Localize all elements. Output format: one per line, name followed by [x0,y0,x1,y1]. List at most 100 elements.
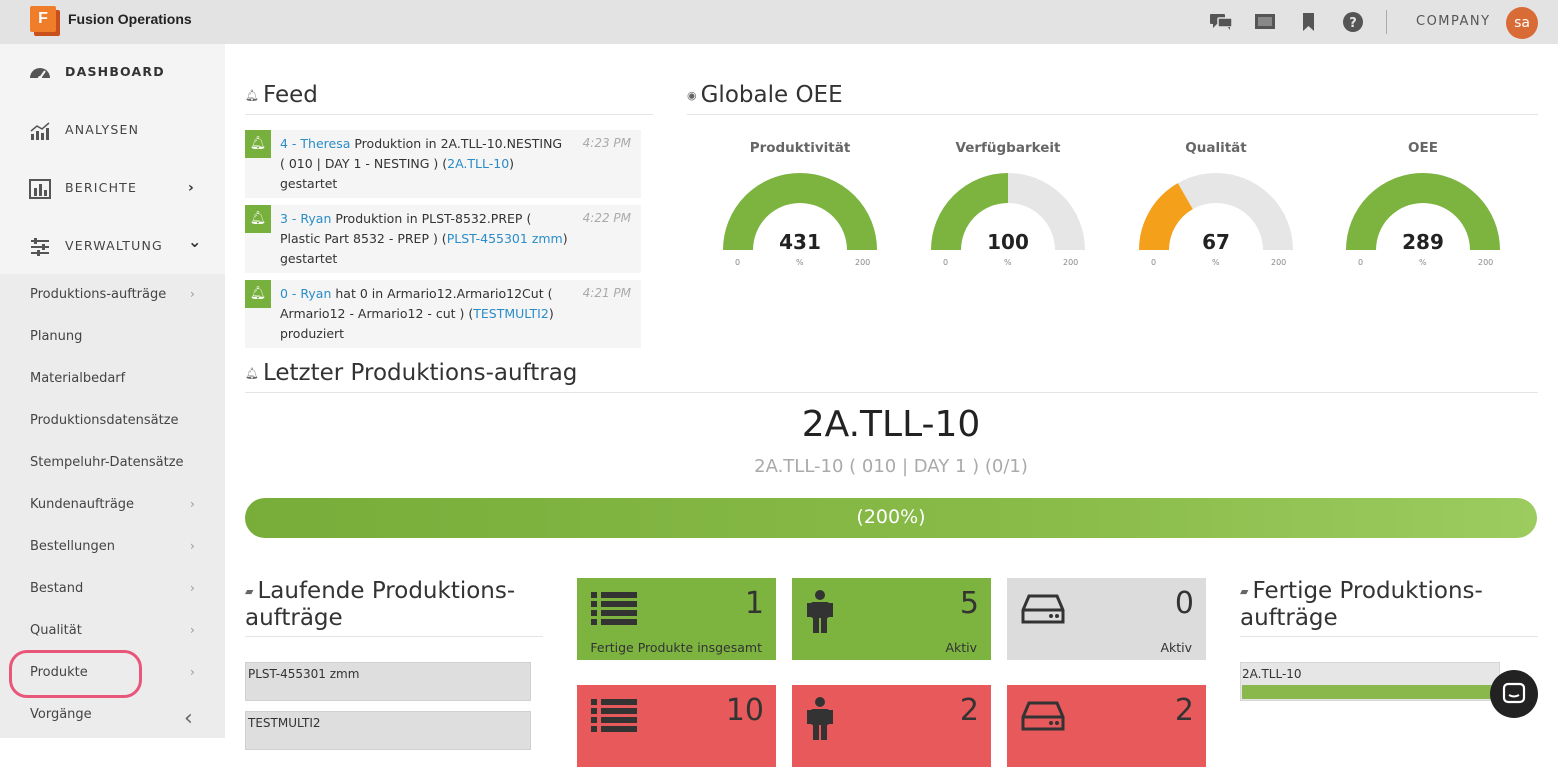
stat-tile-workers-red[interactable]: 2 [792,685,991,767]
sidebar-item-label: Planung [30,329,83,344]
sidebar-item-materialbedarf[interactable]: Materialbedarf [0,358,225,400]
gauge-label: Verfügbarkeit [955,140,1061,156]
sidebar-item-verwaltung[interactable]: VERWALTUNG ⌄ [0,218,225,276]
reports-icon [28,178,52,200]
dashboard-icon [28,62,52,84]
feed-heading: 🔔︎ Feed [245,82,318,108]
feed-user-link[interactable]: 4 - Theresa [280,136,350,151]
tile-value: 1 [744,586,764,621]
sidebar-item-label: Vorgänge [30,707,92,722]
feed-order-link[interactable]: PLST-455301 zmm [447,231,563,246]
drive-icon [1021,590,1065,632]
sidebar-item-bestellungen[interactable]: Bestellungen › [0,526,225,568]
stat-tile-active-workers[interactable]: 5 Aktiv [792,578,991,660]
stat-tile-active-machines[interactable]: 0 Aktiv [1007,578,1206,660]
gauge-produktivitaet: Produktivität 431 0 % 200 [705,140,895,280]
feed-time: 4:22 PM [582,211,631,225]
feed-text: 3 - Ryan Produktion in PLST-8532.PREP ( … [280,209,570,269]
chevron-right-icon: › [190,623,195,637]
tile-value: 10 [725,693,764,728]
finished-order-label: 2A.TLL-10 [1242,667,1302,681]
help-icon[interactable]: ? [1341,11,1365,33]
feed-text: 0 - Ryan hat 0 in Armario12.Armario12Cut… [280,284,570,344]
last-order-heading: 🔔︎ Letzter Produktions-auftrag [245,360,577,386]
feed-text: 4 - Theresa Produktion in 2A.TLL-10.NEST… [280,134,570,194]
gauge-oee: OEE 289 0 % 200 [1328,140,1518,280]
gauge-unit: % [1212,258,1220,267]
sidebar-item-qualitaet[interactable]: Qualität › [0,610,225,652]
bookmark-icon[interactable] [1297,11,1321,33]
chat-bubble-icon [1502,682,1526,704]
sidebar-item-label: BERICHTE [65,180,138,195]
last-order-name[interactable]: 2A.TLL-10 [245,404,1537,445]
app-logo[interactable]: F [30,6,60,36]
running-order-item[interactable]: TESTMULTI2 [245,711,531,750]
collapse-sidebar-icon[interactable]: ‹ [184,706,193,731]
progress-label: (200%) [856,506,926,528]
sidebar-item-produktionsauftraege[interactable]: Produktions-aufträge › [0,274,225,316]
sidebar-item-bestand[interactable]: Bestand › [0,568,225,610]
divider [245,392,1538,393]
stat-tile-finished-products[interactable]: 1 Fertige Produkte insgesamt [577,578,776,660]
gauge-max: 200 [855,258,871,267]
tile-value: 5 [959,586,979,621]
chat-icon[interactable] [1209,11,1233,33]
sidebar-item-kundenauftraege[interactable]: Kundenaufträge › [0,484,225,526]
last-order-title: Letzter Produktions-auftrag [262,360,578,386]
sidebar-item-label: Produktions-aufträge [30,287,167,302]
gauge-unit: % [796,258,804,267]
gauge-qualitaet: Qualität 67 0 % 200 [1121,140,1311,280]
avatar[interactable]: sa [1506,7,1538,39]
gauge-min: 0 [735,258,741,267]
sidebar-item-label: Produktionsdatensätze [30,413,179,428]
folder-open-icon: ▰ [245,585,254,598]
running-order-item[interactable]: PLST-455301 zmm [245,662,531,701]
sidebar-item-produktionsdatensaetze[interactable]: Produktionsdatensätze [0,400,225,442]
gauge-unit: % [1419,258,1427,267]
drive-icon [1021,697,1065,739]
tile-value: 2 [1174,693,1194,728]
tile-value: 0 [1174,586,1194,621]
gauge-label: OEE [1408,140,1438,156]
stat-tile-products-red[interactable]: 10 [577,685,776,767]
sidebar: DASHBOARD ANALYSEN BERICHTE › VERWALTUNG… [0,44,225,738]
chevron-right-icon: › [188,180,194,196]
finished-title-line1: Fertige Produktions- [1252,578,1483,604]
sidebar-item-label: Materialbedarf [30,371,126,386]
settings-sliders-icon [28,236,52,258]
chat-widget-button[interactable] [1490,670,1538,718]
sidebar-item-stempeluhr[interactable]: Stempeluhr-Datensätze [0,442,225,484]
sidebar-item-planung[interactable]: Planung [0,316,225,358]
stat-tile-machines-red[interactable]: 2 [1007,685,1206,767]
topbar-separator [1386,10,1387,34]
feed-title: Feed [262,82,318,108]
running-title-line2: aufträge [245,605,343,631]
list-icon [591,590,639,632]
chevron-right-icon: › [190,665,195,679]
sidebar-item-label: Kundenaufträge [30,497,135,512]
finished-order-item[interactable]: 2A.TLL-10 [1240,662,1500,701]
company-menu[interactable]: COMPANY [1416,14,1491,29]
bell-icon: 🔔︎ [245,89,259,102]
sidebar-item-dashboard[interactable]: DASHBOARD [0,44,225,102]
sidebar-item-label: VERWALTUNG [65,238,163,253]
divider [245,636,543,637]
running-orders-heading: ▰ Laufende Produktions- aufträge [245,578,515,631]
feed-time: 4:21 PM [582,286,631,300]
tile-label: Fertige Produkte insgesamt [590,640,762,655]
feed-time: 4:23 PM [582,136,631,150]
last-order-progress-bar: (200%) [245,498,1537,538]
feed-user-link[interactable]: 0 - Ryan [280,286,331,301]
feed-user-link[interactable]: 3 - Ryan [280,211,331,226]
sidebar-item-label: ANALYSEN [65,122,140,137]
sidebar-item-berichte[interactable]: BERICHTE › [0,160,225,218]
feed-order-link[interactable]: 2A.TLL-10 [447,156,509,171]
feed-order-link[interactable]: TESTMULTI2 [473,306,549,321]
tile-label: Aktiv [945,640,977,655]
feed-item: 🔔︎ 4 - Theresa Produktion in 2A.TLL-10.N… [245,130,641,198]
gauge-verfuegbarkeit: Verfügbarkeit 100 0 % 200 [913,140,1103,280]
logo-letter: F [30,6,56,32]
gauge-max: 200 [1478,258,1494,267]
screen-icon[interactable] [1253,11,1277,33]
sidebar-item-analysen[interactable]: ANALYSEN [0,102,225,160]
